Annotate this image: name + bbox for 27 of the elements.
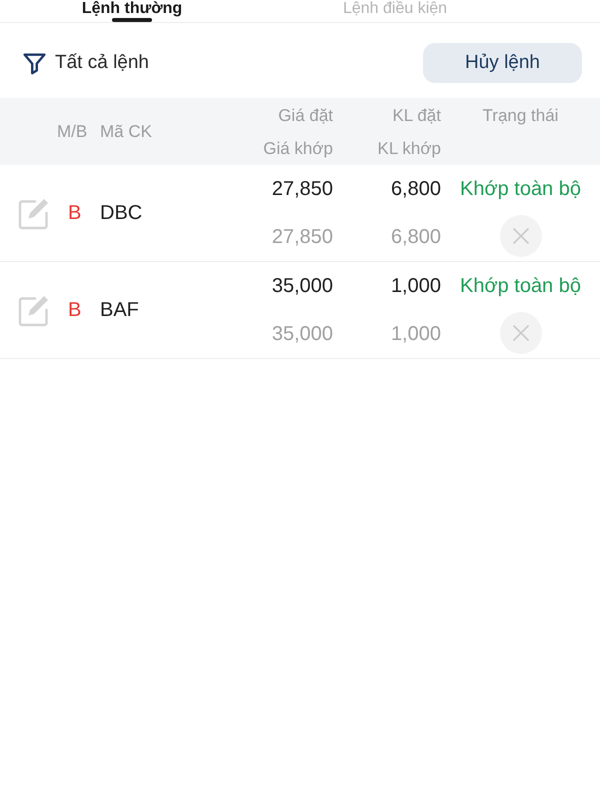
filter-label[interactable]: Tất cả lệnh (55, 52, 149, 74)
symbol-cell: DBC (100, 202, 142, 224)
cancel-orders-button[interactable]: Hủy lệnh (423, 43, 582, 83)
column-header: KL đặt (392, 106, 441, 126)
column-header: Trạng thái (482, 106, 558, 126)
column-header: M/B (57, 122, 88, 142)
column-header: Giá khớp (263, 138, 333, 158)
column-header: KL khớp (378, 138, 441, 158)
column-header: Mã CK (100, 122, 152, 142)
column-header: Giá đặt (278, 106, 333, 126)
table-cell: 27,850 (272, 178, 333, 200)
status-label: Khớp toàn bộ (460, 274, 581, 298)
close-icon (512, 228, 528, 244)
table-cell: 35,000 (272, 274, 333, 298)
side-cell: B (68, 298, 82, 322)
table-cell: 1,000 (390, 274, 441, 298)
side-cell: B (68, 202, 82, 224)
filter-icon[interactable] (22, 50, 47, 76)
table-cell: 1,000 (390, 322, 441, 346)
tab[interactable]: Lệnh thường (0, 0, 264, 22)
close-icon (512, 325, 528, 341)
table-cell: 27,850 (272, 226, 333, 248)
symbol-cell: BAF (100, 298, 139, 322)
table-cell: 35,000 (272, 322, 333, 346)
status-label: Khớp toàn bộ (460, 178, 581, 200)
table-cell: 6,800 (390, 178, 441, 200)
table-cell: 6,800 (390, 226, 441, 248)
